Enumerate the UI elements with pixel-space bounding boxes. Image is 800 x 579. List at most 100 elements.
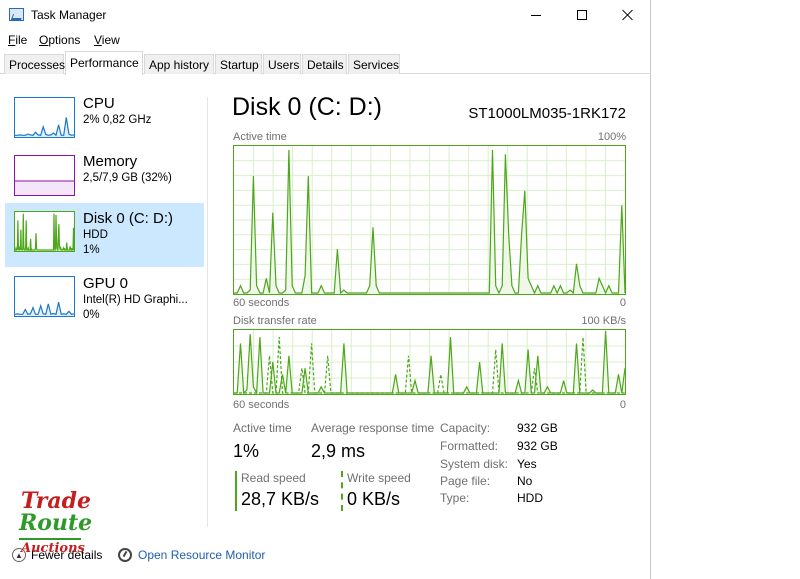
memory-mini-chart <box>15 180 74 195</box>
tab-performance-label: Performance <box>70 56 139 70</box>
read-speed-indicator <box>235 471 237 511</box>
disk-mini-series-line <box>15 213 74 251</box>
open-resource-monitor-label: Open Resource Monitor <box>138 548 266 562</box>
sidebar-item-disk-0[interactable]: Disk 0 (C: D:) HDD 1% <box>5 203 204 267</box>
resource-monitor-icon <box>118 548 132 562</box>
window-title: Task Manager <box>31 8 107 22</box>
tab-services[interactable]: Services <box>348 54 400 74</box>
sidebar-item-usage: 0% <box>83 309 100 321</box>
type-label: Type: <box>440 491 470 505</box>
tab-performance[interactable]: Performance <box>65 51 143 75</box>
tab-details-label: Details <box>307 58 344 72</box>
sidebar-item-detail: HDD <box>83 229 108 241</box>
active-time-stat-value: 1% <box>233 441 260 461</box>
system-disk-value: Yes <box>517 457 537 471</box>
active-time-stat-label: Active time <box>233 421 292 435</box>
maximize-icon <box>577 10 587 20</box>
close-icon <box>622 9 634 21</box>
cpu-thumbnail-graph <box>14 97 75 138</box>
menu-view-label: View <box>94 33 120 47</box>
title-bar[interactable]: Task Manager <box>0 0 651 30</box>
write-speed-label: Write speed <box>347 471 411 485</box>
sidebar-item-detail: 2,5/7,9 GB (32%) <box>83 172 172 184</box>
menu-options[interactable]: Options <box>39 33 80 47</box>
memory-thumbnail-graph <box>14 155 75 196</box>
gpu-thumbnail-graph <box>14 276 75 317</box>
sidebar-item-label: Disk 0 (C: D:) <box>83 210 173 227</box>
sidebar-item-memory[interactable]: Memory 2,5/7,9 GB (32%) <box>5 150 204 210</box>
tab-processes-label: Processes <box>9 58 66 72</box>
cpu-mini-chart <box>15 117 74 137</box>
type-value: HDD <box>517 491 543 505</box>
formatted-label: Formatted: <box>440 439 499 453</box>
transfer-rate-graph-span: 60 seconds <box>233 399 290 411</box>
sidebar-item-label: CPU <box>83 95 115 112</box>
watermark-line-2: Route <box>19 510 93 536</box>
task-manager-icon <box>9 8 24 21</box>
page-file-value: No <box>517 474 533 488</box>
menu-options-label: Options <box>39 33 81 47</box>
disk-detail-panel: Disk 0 (C: D:) ST1000LM035-1RK172 Active… <box>220 75 640 535</box>
system-disk-label: System disk: <box>440 457 509 471</box>
tab-startup[interactable]: Startup <box>215 54 262 74</box>
tab-details[interactable]: Details <box>302 54 347 74</box>
sidebar-item-detail: Intel(R) HD Graphi... <box>83 294 188 306</box>
tab-app-history-label: App history <box>149 58 210 72</box>
formatted-value: 932 GB <box>517 439 558 453</box>
active-time-graph-span: 60 seconds <box>233 297 290 309</box>
sidebar-item-usage: 1% <box>83 244 100 256</box>
maximize-button[interactable] <box>559 0 605 30</box>
sidebar-item-label: GPU 0 <box>83 275 129 292</box>
close-button[interactable] <box>605 0 651 30</box>
transfer-rate-graph <box>233 329 626 395</box>
active-time-chart <box>234 146 625 294</box>
menu-bar: File Options View <box>0 30 651 50</box>
transfer-rate-chart <box>234 330 625 394</box>
menu-file[interactable]: File <box>8 33 27 47</box>
gpu-mini-series-line <box>15 301 74 316</box>
page-title: Disk 0 (C: D:) <box>232 93 382 121</box>
transfer-rate-graph-min: 0 <box>619 399 626 411</box>
page-file-label: Page file: <box>440 474 491 488</box>
active-time-graph-label: Active time <box>233 131 287 143</box>
disk-mini-chart <box>15 213 74 251</box>
open-resource-monitor-link[interactable]: Open Resource Monitor <box>118 548 265 562</box>
menu-view[interactable]: View <box>94 33 120 47</box>
tab-users-label: Users <box>268 58 300 72</box>
active-time-graph <box>233 145 626 295</box>
disk-model: ST1000LM035-1RK172 <box>468 105 626 122</box>
minimize-button[interactable] <box>513 0 559 30</box>
tab-app-history[interactable]: App history <box>144 54 214 74</box>
footer-bar: ▲ Fewer details Open Resource Monitor <box>0 540 651 570</box>
read-speed-value: 28,7 KB/s <box>241 489 320 509</box>
watermark-line-1: Trade <box>21 488 91 514</box>
panel-divider <box>207 97 208 527</box>
tab-bar: Processes Performance App history Startu… <box>0 50 651 75</box>
performance-sidebar: CPU 2% 0,82 GHz Memory 2,5/7,9 GB (32%) … <box>0 75 210 525</box>
sidebar-item-label: Memory <box>83 153 138 170</box>
active-time-graph-max: 100% <box>597 131 626 143</box>
transfer-rate-graph-label: Disk transfer rate <box>233 315 317 327</box>
sidebar-item-detail: 2% 0,82 GHz <box>83 114 152 126</box>
minimize-icon <box>531 14 541 16</box>
gpu-mini-chart <box>15 301 74 316</box>
write-speed-indicator <box>341 471 343 511</box>
watermark-logo: Trade Route Auctions <box>17 490 97 562</box>
tab-startup-label: Startup <box>220 58 259 72</box>
sidebar-item-gpu-0[interactable]: GPU 0 Intel(R) HD Graphi... 0% <box>5 273 204 337</box>
memory-usage-fill <box>15 181 74 195</box>
active-time-graph-min: 0 <box>619 297 626 309</box>
watermark-underline <box>19 538 81 540</box>
avg-response-value: 2,9 ms <box>311 441 366 461</box>
read-speed-label: Read speed <box>241 471 306 485</box>
tab-services-label: Services <box>353 58 400 72</box>
task-manager-window: Task Manager File Options View Processes… <box>0 0 651 579</box>
tab-users[interactable]: Users <box>263 54 301 74</box>
transfer-rate-graph-max: 100 KB/s <box>581 315 626 327</box>
watermark-line-3: Auctions <box>21 541 85 556</box>
write-speed-value: 0 KB/s <box>347 489 401 509</box>
avg-response-label: Average response time <box>311 421 435 435</box>
sidebar-item-cpu[interactable]: CPU 2% 0,82 GHz <box>5 92 204 152</box>
tab-processes[interactable]: Processes <box>4 54 66 74</box>
menu-file-label: File <box>8 33 28 47</box>
